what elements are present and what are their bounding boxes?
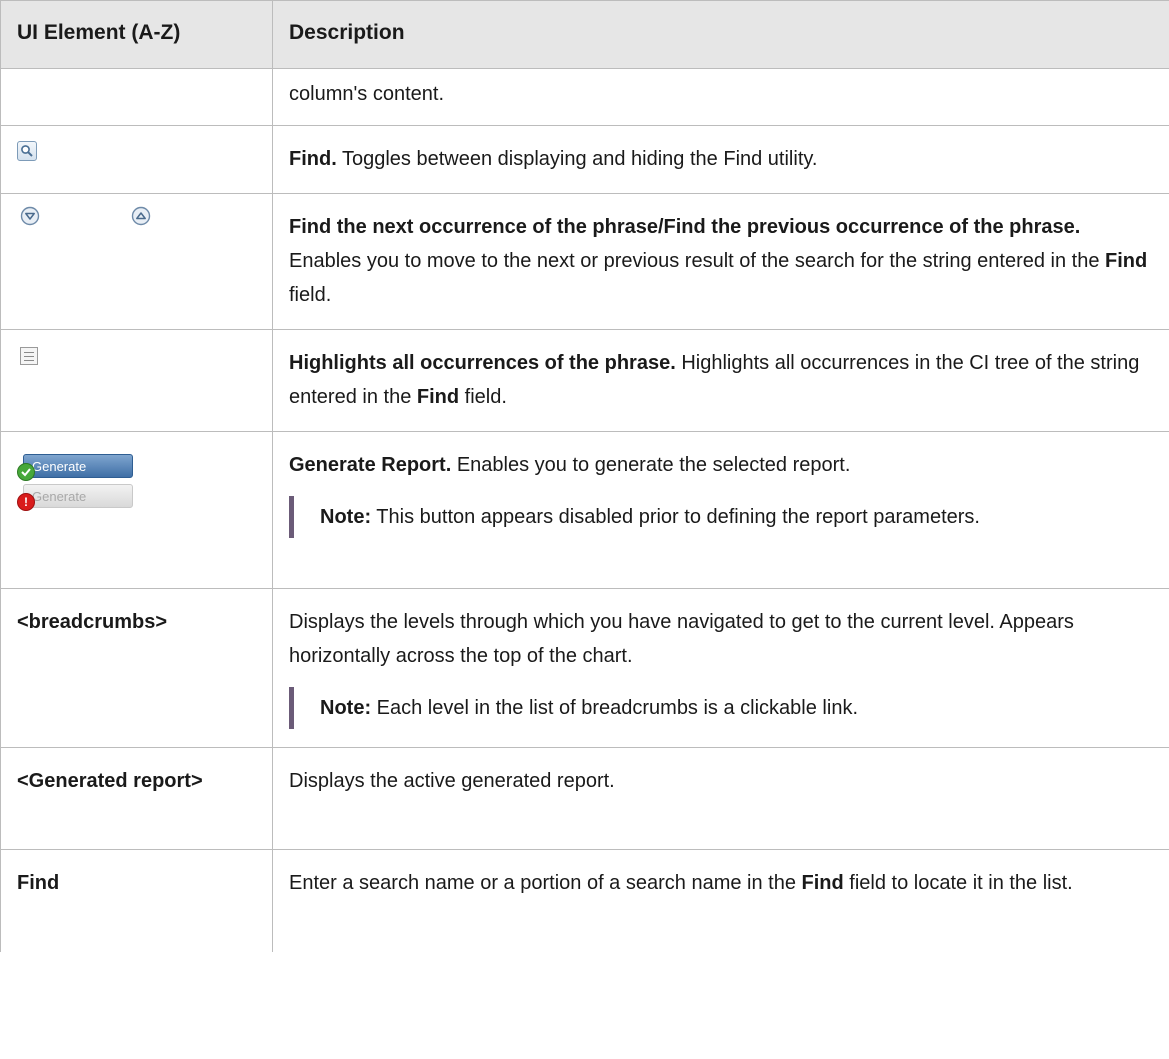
note-text: This button appears disabled prior to de… xyxy=(371,506,980,528)
note-label: Note: xyxy=(320,506,372,528)
table-header-row: UI Element (A-Z) Description xyxy=(0,0,1169,69)
note-label: Note: xyxy=(320,697,372,719)
description-text: field to locate it in the list. xyxy=(843,872,1073,894)
element-cell xyxy=(0,193,273,330)
table-row: Find the next occurrence of the phrase/F… xyxy=(0,193,1169,330)
find-next-icon xyxy=(20,206,40,226)
ui-elements-table: UI Element (A-Z) Description column's co… xyxy=(0,0,1169,952)
description-text: Displays the levels through which you ha… xyxy=(289,611,1074,667)
magnifier-icon xyxy=(17,141,37,161)
find-previous-icon xyxy=(131,206,151,226)
description-text: Displays the active generated report. xyxy=(289,770,615,792)
ui-element-name: <breadcrumbs> xyxy=(17,611,168,633)
description-cell: Enter a search name or a portion of a se… xyxy=(272,849,1169,952)
column-header-description: Description xyxy=(272,0,1169,69)
description-cell: column's content. xyxy=(272,68,1169,126)
element-cell: <Generated report> xyxy=(0,747,273,850)
table-row: Highlights all occurrences of the phrase… xyxy=(0,329,1169,432)
field-name: Find xyxy=(801,872,844,894)
ui-element-name: <Generated report> xyxy=(17,770,203,792)
generate-button-active: Generate xyxy=(17,454,137,482)
table-row: Generate ! Generate Generate Report. Ena… xyxy=(0,431,1169,589)
generate-button-disabled: ! Generate xyxy=(17,484,137,512)
description-text: Enables you to generate the selected rep… xyxy=(451,454,851,476)
description-cell: Displays the levels through which you ha… xyxy=(272,588,1169,748)
error-icon: ! xyxy=(17,493,35,511)
table-row: <breadcrumbs> Displays the levels throug… xyxy=(0,588,1169,748)
table-row: Find. Toggles between displaying and hid… xyxy=(0,125,1169,194)
description-text: column's content. xyxy=(289,83,445,105)
ui-element-name: Find xyxy=(17,872,60,894)
table-row: <Generated report> Displays the active g… xyxy=(0,747,1169,850)
description-text: Enables you to move to the next or previ… xyxy=(289,250,1106,272)
generate-button-label: Generate xyxy=(23,484,133,508)
element-cell: Generate ! Generate xyxy=(0,431,273,589)
element-cell xyxy=(0,329,273,432)
description-text: Toggles between displaying and hiding th… xyxy=(336,148,818,170)
note-text: Each level in the list of breadcrumbs is… xyxy=(371,697,858,719)
term-title: Find. xyxy=(289,148,337,170)
description-cell: Find the next occurrence of the phrase/F… xyxy=(272,193,1169,330)
description-text: Enter a search name or a portion of a se… xyxy=(289,872,802,894)
term-title: Highlights all occurrences of the phrase… xyxy=(289,352,676,374)
table-row: Find Enter a search name or a portion of… xyxy=(0,849,1169,952)
table-row: column's content. xyxy=(0,68,1169,126)
element-cell xyxy=(0,125,273,194)
term-title: Generate Report. xyxy=(289,454,452,476)
note-box: Note: Each level in the list of breadcru… xyxy=(289,687,1155,729)
note-box: Note: This button appears disabled prior… xyxy=(289,496,1155,538)
field-name: Find xyxy=(1105,250,1148,272)
description-cell: Find. Toggles between displaying and hid… xyxy=(272,125,1169,194)
description-text: field. xyxy=(459,386,507,408)
column-header-ui-element: UI Element (A-Z) xyxy=(0,0,273,69)
field-name: Find xyxy=(416,386,460,408)
element-cell: <breadcrumbs> xyxy=(0,588,273,748)
element-cell xyxy=(0,68,273,126)
highlight-all-icon xyxy=(20,347,38,365)
checkmark-icon xyxy=(17,463,35,481)
element-cell: Find xyxy=(0,849,273,952)
description-text: field. xyxy=(289,284,332,306)
description-cell: Displays the active generated report. xyxy=(272,747,1169,850)
description-cell: Generate Report. Enables you to generate… xyxy=(272,431,1169,589)
generate-button-label: Generate xyxy=(23,454,133,478)
term-title: Find the next occurrence of the phrase/F… xyxy=(289,216,1081,238)
description-cell: Highlights all occurrences of the phrase… xyxy=(272,329,1169,432)
